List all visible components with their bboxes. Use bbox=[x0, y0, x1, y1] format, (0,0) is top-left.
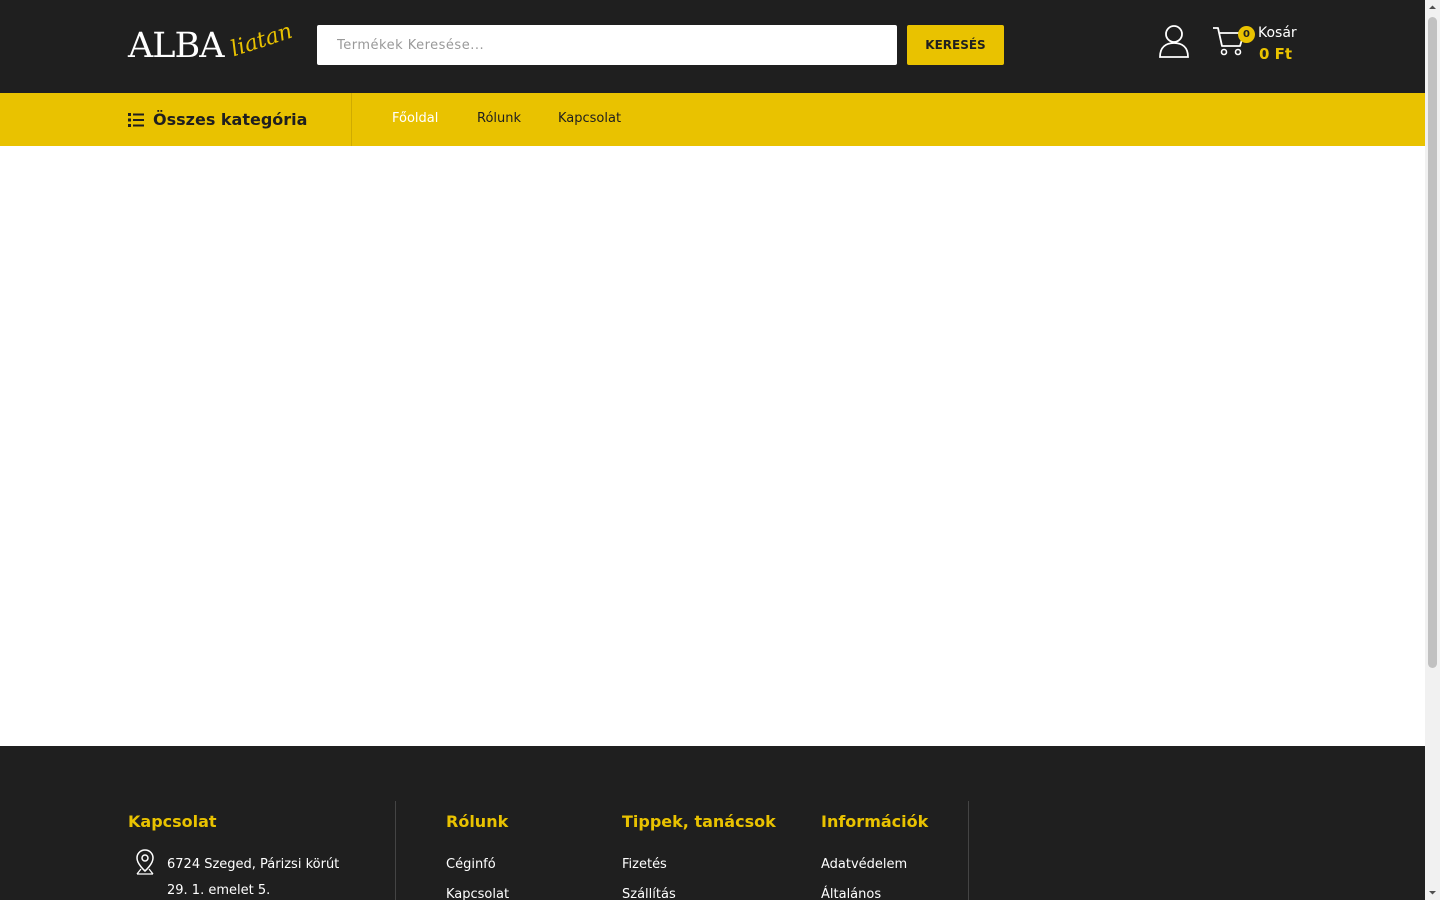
nav-divider bbox=[351, 93, 352, 146]
nav-link-home[interactable]: Főoldal bbox=[392, 111, 438, 126]
all-categories-button[interactable]: Összes kategória bbox=[128, 93, 307, 146]
logo-text: ALBA bbox=[128, 26, 225, 66]
scroll-up-arrow-icon[interactable] bbox=[1425, 0, 1440, 15]
cart-total: 0 Ft bbox=[1259, 45, 1293, 63]
footer-heading-about: Rólunk bbox=[446, 812, 509, 831]
all-categories-label: Összes kategória bbox=[153, 110, 308, 129]
cart-count-badge: 0 bbox=[1238, 26, 1255, 43]
address-line-2: 29. 1. emelet 5. bbox=[167, 883, 271, 898]
user-icon[interactable] bbox=[1158, 24, 1190, 58]
logo-subtext: liatan bbox=[227, 18, 296, 63]
location-pin-icon bbox=[136, 849, 154, 875]
vertical-scrollbar[interactable] bbox=[1425, 0, 1440, 900]
site-footer: Kapcsolat 6724 Szeged, Párizsi körút 29.… bbox=[0, 746, 1425, 902]
footer-link-company-info[interactable]: Céginfó bbox=[446, 857, 496, 872]
nav-link-about[interactable]: Rólunk bbox=[477, 111, 521, 126]
footer-address: 6724 Szeged, Párizsi körút 29. 1. emelet… bbox=[167, 852, 377, 904]
nav-link-contact[interactable]: Kapcsolat bbox=[558, 111, 621, 126]
cart-label[interactable]: Kosár bbox=[1258, 25, 1297, 41]
footer-divider bbox=[395, 801, 396, 900]
search-input[interactable] bbox=[317, 25, 897, 65]
scroll-down-arrow-icon[interactable] bbox=[1425, 885, 1440, 900]
top-header: ALBA liatan KERESÉS 0 Kosár 0 Ft bbox=[0, 0, 1425, 93]
footer-link-privacy[interactable]: Adatvédelem bbox=[821, 857, 907, 872]
footer-link-payment[interactable]: Fizetés bbox=[622, 857, 667, 872]
address-line-1: 6724 Szeged, Párizsi körút bbox=[167, 857, 340, 872]
scrollbar-thumb[interactable] bbox=[1428, 17, 1437, 668]
search-button[interactable]: KERESÉS bbox=[907, 25, 1004, 65]
main-navbar: Összes kategória Főoldal Rólunk Kapcsola… bbox=[0, 93, 1425, 146]
list-icon bbox=[128, 112, 144, 127]
footer-divider bbox=[968, 801, 969, 900]
footer-heading-tips: Tippek, tanácsok bbox=[622, 812, 776, 831]
footer-heading-info: Információk bbox=[821, 812, 929, 831]
footer-heading-contact: Kapcsolat bbox=[128, 812, 217, 831]
main-content bbox=[0, 146, 1425, 746]
